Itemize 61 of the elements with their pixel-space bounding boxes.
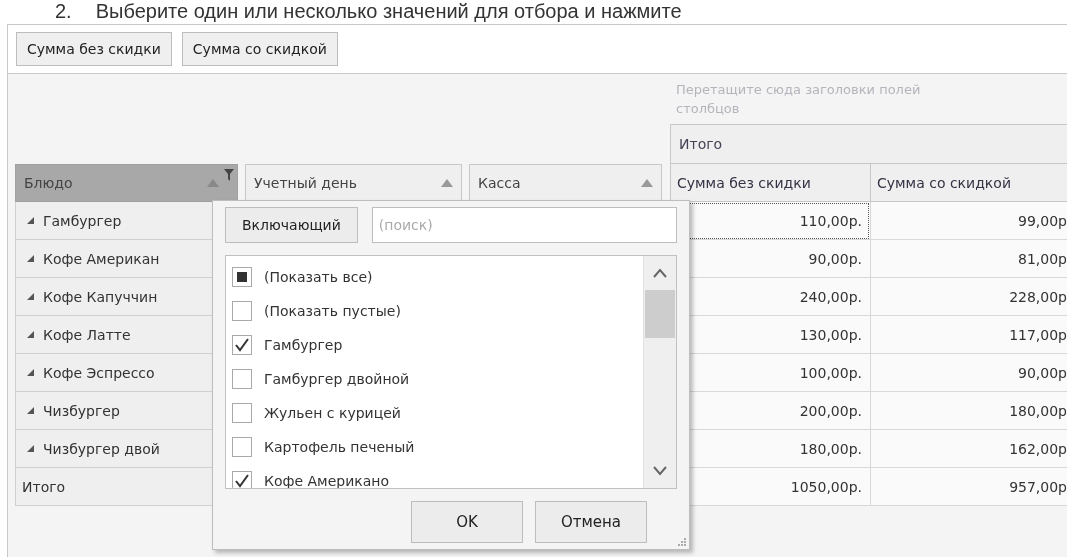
field-label: Блюдо [24,175,74,191]
checkbox[interactable] [232,403,252,423]
checkbox[interactable] [232,437,252,457]
search-field[interactable]: (поиск) [371,207,677,243]
filter-mode-button[interactable]: Включающий [225,207,358,243]
item-label[interactable]: Жульен с курицей [264,405,401,421]
data-field-button[interactable]: Сумма без скидки [16,32,172,66]
expand-triangle-icon[interactable] [26,406,35,415]
value-cell: 162,00р [870,430,1067,468]
scroll-down-icon[interactable] [653,466,667,476]
checkbox[interactable] [232,335,252,355]
value-cell: 228,00р [870,278,1067,316]
item-label[interactable]: Кофе Американо [264,473,390,488]
item-label[interactable]: Гамбургер [264,337,343,353]
expand-triangle-icon[interactable] [26,216,35,225]
column-header[interactable]: Сумма без скидки [670,164,870,202]
field-label: Касса [478,175,522,191]
value-cell: 99,00р [870,202,1067,240]
row-label: Кофе Эспрессо [43,364,155,381]
step-number: 2. [55,0,72,24]
row-label: Кофе Американ [43,250,160,267]
expand-triangle-icon[interactable] [26,330,35,339]
row-label: Кофе Капуччин [43,288,158,305]
checkbox[interactable] [232,301,252,321]
expand-triangle-icon[interactable] [26,368,35,377]
row-field-header[interactable]: Блюдо [15,164,238,202]
row-label: Кофе Латте [43,326,131,343]
column-drop-hint: Перетащите сюда заголовки полей столбцов [675,81,922,118]
value-cell: 117,00р [870,316,1067,354]
filter-icon[interactable] [224,168,234,182]
item-label[interactable]: (Показать пустые) [264,303,401,319]
row-label: Чизбургер [43,402,120,419]
scroll-up-icon[interactable] [653,268,667,278]
checkbox[interactable] [232,369,252,389]
cancel-button[interactable]: Отмена [535,501,647,543]
row-label: Чизбургер двой [43,440,160,457]
data-field-button[interactable]: Сумма со скидкой [181,32,338,66]
field-label: Учетный день [254,175,359,191]
item-label[interactable]: (Показать все) [264,269,373,285]
row-label: Итого [22,478,66,495]
checkbox[interactable] [232,471,252,488]
value-cell: 81,00р [870,240,1067,278]
resize-grip-icon[interactable] [677,537,687,547]
row-field-header[interactable]: Касса [469,164,662,202]
expand-triangle-icon[interactable] [26,444,35,453]
scrollbar[interactable] [643,256,676,488]
checkbox[interactable] [232,267,252,287]
item-label[interactable]: Гамбургер двойной [264,371,410,387]
expand-triangle-icon[interactable] [26,292,35,301]
expand-triangle-icon[interactable] [26,254,35,263]
value-cell: 180,00р [870,392,1067,430]
row-label: Гамбургер [43,212,122,229]
row-field-header[interactable]: Учетный день [245,164,462,202]
column-group-header: Итого [670,124,1067,164]
value-cell: 957,00р [870,468,1067,506]
ok-button[interactable]: OK [411,501,523,543]
scroll-thumb[interactable] [645,290,675,338]
column-header[interactable]: Сумма со скидкой [870,164,1067,202]
item-label[interactable]: Картофель печеный [264,439,415,455]
instruction-text: Выберите один или несколько значений для отбора и нажмите [95,0,682,24]
value-cell: 90,00р [870,354,1067,392]
